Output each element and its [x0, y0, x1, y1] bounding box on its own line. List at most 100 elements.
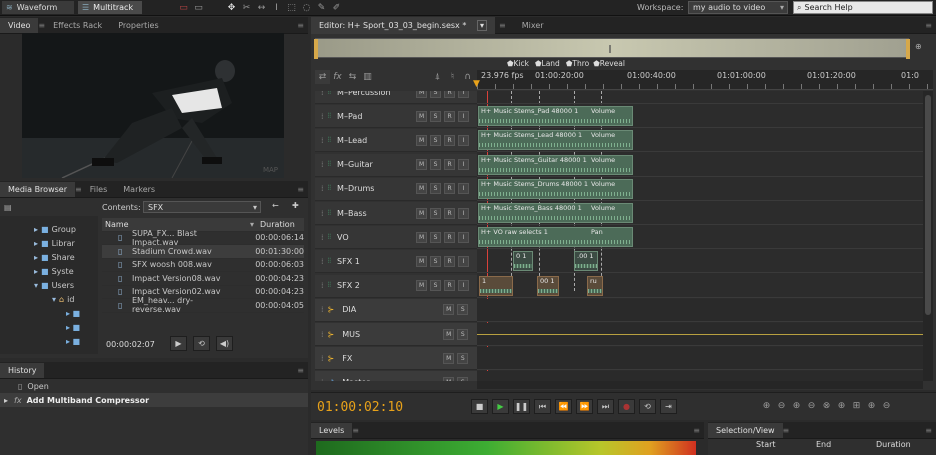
- bus-lane[interactable]: [477, 298, 923, 322]
- track-header[interactable]: ⁞ ⫶⫶ M–Pad M S R I: [315, 105, 477, 129]
- panel-menu-icon[interactable]: ≡: [297, 21, 304, 30]
- mute-button[interactable]: M: [443, 376, 455, 381]
- mute-button[interactable]: M: [416, 91, 428, 98]
- panel-menu-icon[interactable]: ≡: [693, 426, 700, 435]
- panel-menu-icon[interactable]: ≡: [297, 366, 304, 375]
- tab-selection-view[interactable]: Selection/View: [708, 422, 783, 438]
- search-help-input[interactable]: ⌕ Search Help: [793, 1, 933, 14]
- vertical-scrollbar[interactable]: [923, 91, 933, 381]
- record-arm-button[interactable]: R: [444, 134, 456, 146]
- mute-button[interactable]: M: [416, 207, 428, 219]
- lasso-icon[interactable]: ◌: [299, 1, 314, 15]
- go-to-start-button[interactable]: ⏮: [534, 399, 551, 414]
- spectral-icon[interactable]: ▭: [176, 1, 191, 15]
- mute-button[interactable]: M: [443, 304, 455, 316]
- tab-properties[interactable]: Properties: [110, 18, 166, 33]
- input-monitor-button[interactable]: I: [458, 91, 470, 98]
- drag-handle-icon[interactable]: ⁞: [321, 91, 324, 97]
- slip-tool-icon[interactable]: ↔: [254, 1, 269, 15]
- drag-handle-icon[interactable]: ⁞: [321, 257, 324, 266]
- panel-menu-icon[interactable]: ≡: [925, 21, 932, 30]
- bus-name[interactable]: FX: [342, 354, 440, 363]
- drag-handle-icon[interactable]: ⁞: [321, 160, 324, 169]
- audio-clip[interactable]: H+ Music Stems_Drums 48000 1 Volume: [478, 178, 633, 199]
- file-row[interactable]: ▯ SFX woosh 008.wav 00:00:06:03: [102, 259, 304, 272]
- mute-button[interactable]: M: [443, 352, 455, 364]
- history-item[interactable]: ▸ fx Add Multiband Compressor: [0, 393, 308, 407]
- zoom-out-time-icon[interactable]: ⊖: [804, 399, 819, 413]
- solo-button[interactable]: S: [430, 134, 442, 146]
- drag-handle-icon[interactable]: ⁞: [321, 281, 324, 290]
- zoom-in-amplitude-icon[interactable]: ⊕: [759, 399, 774, 413]
- solo-button[interactable]: S: [457, 304, 469, 316]
- record-arm-button[interactable]: R: [444, 255, 456, 267]
- tune-icon[interactable]: ♮: [445, 70, 460, 84]
- spot-heal-icon[interactable]: ✐: [329, 1, 344, 15]
- track-name[interactable]: M–Guitar: [337, 160, 413, 169]
- play-button[interactable]: ▶: [492, 399, 509, 414]
- track-name[interactable]: SFX 2: [337, 281, 413, 290]
- zoom-navigator-icon[interactable]: ⊕: [915, 42, 922, 51]
- move-tool-icon[interactable]: ✥: [224, 1, 239, 15]
- drag-handle-icon[interactable]: ⁞: [321, 233, 324, 242]
- solo-button[interactable]: S: [457, 328, 469, 340]
- input-monitor-button[interactable]: I: [458, 183, 470, 195]
- pause-button[interactable]: ❚❚: [513, 399, 530, 414]
- solo-button[interactable]: S: [430, 183, 442, 195]
- timecode-display[interactable]: 01:00:02:10: [317, 400, 403, 415]
- folder-icon[interactable]: ▸ ■: [66, 309, 80, 318]
- file-row[interactable]: ▯ Stadium Crowd.wav 00:01:30:00: [102, 245, 304, 259]
- record-arm-button[interactable]: R: [444, 91, 456, 98]
- tab-video[interactable]: Video: [0, 17, 39, 33]
- inputs-outputs-icon[interactable]: ⇄: [315, 70, 330, 84]
- clips-area[interactable]: H+ Music Stems_Pad 48000 1 Volume H+ Music…: [477, 91, 923, 381]
- audio-clip[interactable]: H+ Music Stems_Bass 48000 1 Volume: [478, 203, 633, 223]
- stop-button[interactable]: ■: [471, 399, 488, 414]
- solo-button[interactable]: S: [430, 91, 442, 98]
- panel-menu-icon[interactable]: ≡: [925, 426, 932, 435]
- marker[interactable]: ⬟Land: [535, 59, 560, 68]
- zoom-selection-icon[interactable]: ⊞: [849, 399, 864, 413]
- audio-clip[interactable]: 1: [479, 275, 513, 296]
- overview-handle[interactable]: [314, 39, 318, 59]
- scrollbar-thumb[interactable]: [925, 95, 931, 315]
- audio-clip[interactable]: 0 1: [513, 251, 533, 272]
- audio-clip[interactable]: 00 1: [537, 275, 559, 296]
- tree-item[interactable]: ▸ ■ Syste: [34, 267, 74, 276]
- solo-button[interactable]: S: [430, 280, 442, 292]
- track-name[interactable]: M–Pad: [337, 112, 413, 121]
- track-header[interactable]: ⁞ ⫶⫶ SFX 2MSRI: [315, 274, 477, 298]
- solo-button[interactable]: S: [430, 110, 442, 122]
- zoom-in-time-icon[interactable]: ⊕: [789, 399, 804, 413]
- tree-item[interactable]: ▾ ■ Users: [34, 281, 74, 290]
- tree-item[interactable]: ▾ ⌂ id: [52, 295, 74, 304]
- loop-preview-button[interactable]: ⟲: [193, 336, 210, 351]
- track-header[interactable]: ⁞ ⫶⫶ M–Bass M S R I: [315, 202, 477, 225]
- audio-clip[interactable]: H+ VO raw selects 1 Pan: [478, 227, 633, 248]
- session-overview[interactable]: ‖: [314, 38, 910, 59]
- zoom-tracks-out-icon[interactable]: ⊖: [879, 399, 894, 413]
- track-lane[interactable]: 0 1 .00 1: [477, 250, 923, 274]
- brush-icon[interactable]: ✎: [314, 1, 329, 15]
- overview-handle[interactable]: [906, 39, 910, 59]
- rewind-button[interactable]: ⏪: [555, 399, 572, 414]
- contents-select[interactable]: SFX ▾: [143, 201, 261, 213]
- input-monitor-button[interactable]: I: [458, 255, 470, 267]
- record-arm-button[interactable]: R: [444, 110, 456, 122]
- time-ruler[interactable]: 23.976 fps 01:00:20:00 01:00:40:00 01:01…: [473, 70, 933, 90]
- drag-handle-icon[interactable]: ⁞: [321, 354, 324, 363]
- bus-header[interactable]: ⁞ ⊱ MUS M S: [315, 323, 477, 346]
- record-arm-button[interactable]: R: [444, 207, 456, 219]
- solo-button[interactable]: S: [457, 376, 469, 381]
- record-button[interactable]: ●: [618, 399, 635, 414]
- zoom-out-full-icon[interactable]: ⊗: [819, 399, 834, 413]
- solo-button[interactable]: S: [430, 231, 442, 243]
- solo-button[interactable]: S: [430, 159, 442, 171]
- drag-handle-icon[interactable]: ⁞: [321, 330, 324, 339]
- track-lane[interactable]: H+ Music Stems_Bass 48000 1 Volume: [477, 202, 923, 225]
- bus-header[interactable]: ⁞ ⊱ FX M S: [315, 347, 477, 371]
- panel-menu-icon[interactable]: ≡: [297, 185, 304, 194]
- mute-button[interactable]: M: [416, 280, 428, 292]
- track-header[interactable]: ⁞ ⫶⫶ M–Guitar M S R I: [315, 153, 477, 177]
- play-preview-button[interactable]: ▶: [170, 336, 187, 351]
